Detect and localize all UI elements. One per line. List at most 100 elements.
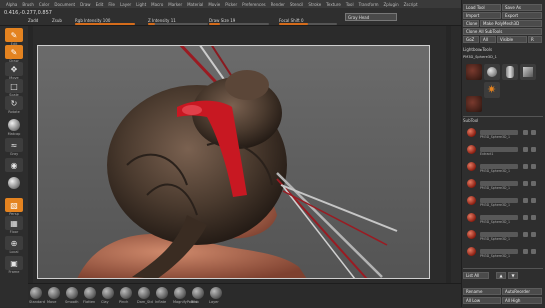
menu-item[interactable]: Tool (346, 2, 354, 7)
move-mode-button[interactable]: ✥ (5, 62, 23, 76)
zsub-toggle[interactable]: Zsub (52, 18, 62, 23)
subtool-row[interactable]: Extract1 (467, 145, 537, 156)
menu-item[interactable]: Render (271, 2, 285, 7)
polypaint-icon[interactable] (531, 181, 536, 186)
goz-all-button[interactable]: All (480, 36, 496, 43)
brush-icon[interactable] (192, 287, 204, 299)
focal-shift-slider[interactable] (279, 23, 337, 25)
menu-item[interactable]: Picker (225, 2, 237, 7)
goz-visible-button[interactable]: Visible (497, 36, 527, 43)
lightbox-tools-title[interactable]: Lightbox▸Tools (463, 47, 492, 52)
tool-thumb-sphere[interactable] (484, 64, 500, 80)
menu-item[interactable]: Texture (326, 2, 341, 7)
menu-item[interactable]: Preferences (242, 2, 266, 7)
edit-mode-button[interactable]: ✎ (5, 28, 23, 42)
menu-item[interactable]: Document (54, 2, 75, 7)
polypaint-icon[interactable] (531, 232, 536, 237)
all-low-button[interactable]: All Low (463, 297, 501, 304)
z-intensity-slider[interactable] (148, 23, 208, 25)
brush-icon[interactable] (48, 287, 60, 299)
eye-icon[interactable] (523, 130, 528, 135)
zadd-toggle[interactable]: Zadd (28, 18, 38, 23)
draw-mode-button[interactable]: ✎ (5, 45, 23, 59)
brush-icon[interactable] (30, 287, 42, 299)
menu-item[interactable]: File (108, 2, 115, 7)
eye-icon[interactable] (523, 232, 528, 237)
left-scroll-strip[interactable] (28, 26, 33, 307)
list-all-button[interactable]: List All (463, 272, 489, 279)
polypaint-icon[interactable] (531, 130, 536, 135)
menu-item[interactable]: Edit (96, 2, 104, 7)
subtool-row[interactable]: PM3D_Sphere3D_1 (467, 247, 537, 258)
menu-item[interactable]: Zscript (404, 2, 418, 7)
menu-item[interactable]: Stroke (308, 2, 321, 7)
brush-icon[interactable] (138, 287, 150, 299)
subtool-row[interactable]: PM3D_Sphere3D_1 (467, 230, 537, 241)
brush-icon[interactable] (102, 287, 114, 299)
material-sphere-icon[interactable] (5, 176, 23, 190)
polypaint-icon[interactable] (531, 147, 536, 152)
brush-icon[interactable] (84, 287, 96, 299)
brush-icon[interactable] (120, 287, 132, 299)
eye-icon[interactable] (523, 164, 528, 169)
menu-item[interactable]: Zplugin (384, 2, 399, 7)
import-button[interactable]: Import (463, 12, 501, 19)
sculpt-viewport[interactable] (37, 45, 430, 279)
arrow-up-button[interactable]: ▲ (496, 272, 506, 279)
menu-item[interactable]: Light (136, 2, 146, 7)
save-as-button[interactable]: Save As (502, 4, 542, 11)
matcap-sphere-icon[interactable] (5, 118, 23, 132)
stroke-icon[interactable]: ≈ (5, 138, 23, 152)
scale-mode-button[interactable]: □ (5, 79, 23, 93)
eye-icon[interactable] (523, 198, 528, 203)
frame-button[interactable]: ▣ (5, 256, 23, 270)
subtool-title[interactable]: SubTool (463, 118, 478, 123)
autoreorder-button[interactable]: AutoReorder (502, 288, 542, 295)
clone-button[interactable]: Clone (463, 20, 479, 27)
alpha-icon[interactable]: ◉ (5, 158, 23, 172)
brush-icon[interactable] (156, 287, 168, 299)
brush-icon[interactable] (210, 287, 222, 299)
local-button[interactable]: ⊕ (5, 236, 23, 250)
eye-icon[interactable] (523, 147, 528, 152)
export-button[interactable]: Export (502, 12, 542, 19)
tool-thumb-polymesh[interactable] (520, 64, 536, 80)
rgb-intensity-slider[interactable] (75, 23, 135, 25)
menu-item[interactable]: Movie (208, 2, 220, 7)
document-canvas[interactable] (37, 45, 430, 279)
subtool-row[interactable]: PM3D_Sphere3D_1 (467, 162, 537, 173)
tool-thumb-cylinder[interactable] (502, 64, 518, 80)
polypaint-icon[interactable] (531, 198, 536, 203)
tool-thumb-head[interactable] (466, 64, 482, 80)
all-high-button[interactable]: All High (502, 297, 542, 304)
right-scroll-strip[interactable] (446, 26, 451, 307)
eye-icon[interactable] (523, 181, 528, 186)
menu-item[interactable]: Draw (80, 2, 90, 7)
brush-icon[interactable] (174, 287, 186, 299)
persp-button[interactable]: ▧ (5, 198, 23, 212)
subtool-row[interactable]: PM3D_Sphere3D_1 (467, 213, 537, 224)
eye-icon[interactable] (523, 249, 528, 254)
polypaint-icon[interactable] (531, 215, 536, 220)
eye-icon[interactable] (523, 215, 528, 220)
draw-size-slider[interactable] (209, 23, 269, 25)
subtool-row[interactable]: PM3D_Sphere3D_1 (467, 179, 537, 190)
clone-all-subtools-button[interactable]: Clone All SubTools (463, 28, 542, 35)
menu-item[interactable]: Alpha (6, 2, 17, 7)
tool-thumb-head-small[interactable] (466, 96, 482, 112)
make-polymesh-button[interactable]: Make PolyMesh3D (480, 20, 542, 27)
brush-field[interactable]: Gray Head (345, 13, 397, 21)
menu-item[interactable]: Brush (22, 2, 34, 7)
menu-item[interactable]: Transform (359, 2, 379, 7)
tool-thumb-simplebrush[interactable]: ✷ (484, 82, 500, 98)
menu-item[interactable]: Macro (151, 2, 163, 7)
load-tool-button[interactable]: Load Tool (463, 4, 501, 11)
polypaint-icon[interactable] (531, 249, 536, 254)
subtool-row[interactable]: PM3D_Sphere3D_1 (467, 196, 537, 207)
polypaint-icon[interactable] (531, 164, 536, 169)
rename-button[interactable]: Rename (463, 288, 501, 295)
menu-item[interactable]: Material (187, 2, 203, 7)
menu-item[interactable]: Stencil (290, 2, 304, 7)
menu-item[interactable]: Marker (168, 2, 182, 7)
subtool-row[interactable]: PM3D_Sphere3D_1 (467, 128, 537, 139)
